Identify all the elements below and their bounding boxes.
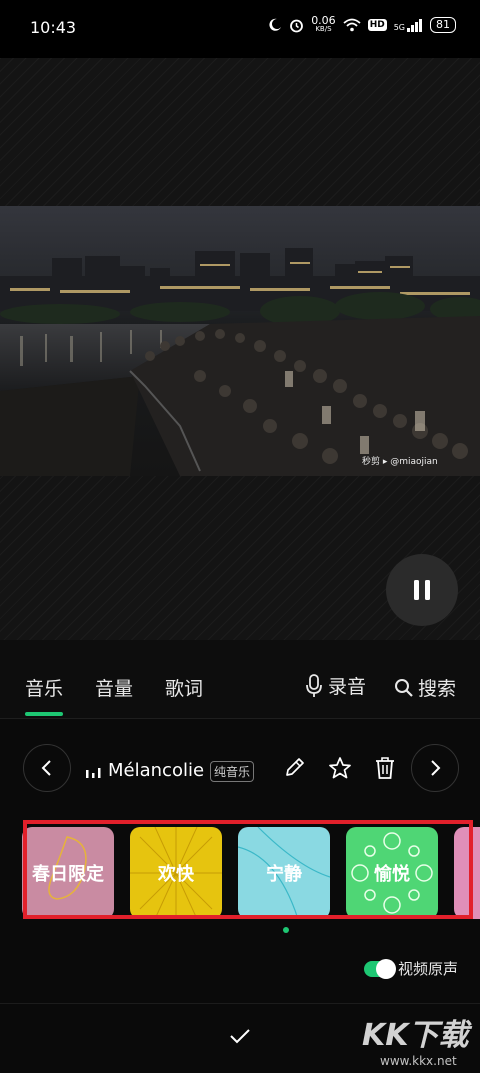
chevron-right-icon (431, 760, 441, 776)
video-original-sound-row: 视频原声 (364, 958, 458, 979)
pause-button[interactable] (386, 554, 458, 626)
previous-track-button[interactable] (23, 744, 71, 792)
net-speed-value: 0.06 (311, 14, 336, 27)
moon-icon (269, 18, 282, 31)
music-track-row: Mélancolie 纯音乐 (0, 744, 480, 796)
page-indicator-dot (283, 927, 289, 933)
signal-label: 5G (393, 22, 405, 32)
video-frame[interactable]: 秒剪 ▸ @miaojian (0, 206, 480, 476)
tab-volume[interactable]: 音量 (95, 674, 133, 701)
confirm-button[interactable] (229, 1027, 251, 1049)
trash-icon (376, 757, 394, 779)
signal-icon: 5G (393, 18, 423, 32)
net-speed-unit: KB/S (315, 25, 332, 33)
net-speed: 0.06 KB/S (311, 14, 336, 34)
status-icons: 0.06 KB/S HD 5G 81 (268, 14, 456, 34)
search-icon (395, 678, 413, 697)
battery-icon: 81 (430, 17, 456, 33)
equalizer-icon (86, 768, 101, 778)
video-watermark: 秒剪 ▸ @miaojian (362, 457, 438, 467)
record-button[interactable]: 录音 (304, 672, 366, 699)
record-label: 录音 (328, 676, 367, 698)
favorite-button[interactable] (328, 756, 352, 784)
tab-bar: 音乐 音量 歌词 录音 搜索 (0, 640, 480, 719)
tab-music[interactable]: 音乐 (25, 674, 63, 701)
tab-lyrics[interactable]: 歌词 (165, 674, 203, 701)
pencil-icon (286, 758, 304, 776)
video-preview-area: 秒剪 ▸ @miaojian (0, 58, 480, 640)
search-button[interactable]: 搜索 (394, 674, 456, 701)
site-watermark: KK下载 www.kkx.net (362, 1010, 478, 1072)
track-name: Mélancolie (108, 760, 205, 781)
pause-icon (414, 580, 430, 600)
alarm-icon (290, 19, 304, 32)
status-time: 10:43 (30, 18, 77, 37)
edit-button[interactable] (284, 756, 306, 782)
music-style-strip: 春日限定 欢快 宁静 愉悦 (0, 820, 480, 926)
divider (0, 1003, 480, 1004)
active-tab-indicator (25, 712, 63, 716)
star-icon (329, 757, 351, 779)
site-watermark-logo: KK下载 (362, 1018, 469, 1053)
video-original-sound-label: 视频原声 (398, 960, 459, 978)
checkmark-icon (230, 1029, 250, 1044)
night-lakeside-scene (0, 206, 480, 476)
video-original-sound-toggle[interactable] (364, 958, 396, 979)
microphone-icon (306, 673, 322, 697)
next-track-button[interactable] (411, 744, 459, 792)
search-label: 搜索 (418, 678, 457, 700)
chevron-left-icon (41, 760, 51, 776)
delete-button[interactable] (374, 756, 396, 784)
site-watermark-url: www.kkx.net (380, 1054, 457, 1068)
track-badge: 纯音乐 (210, 761, 255, 782)
highlight-box (23, 820, 473, 919)
wifi-icon (343, 18, 361, 32)
toggle-knob (376, 958, 396, 979)
hd-icon: HD (367, 19, 387, 31)
status-bar: 10:43 0.06 KB/S HD 5G 81 (0, 0, 480, 58)
